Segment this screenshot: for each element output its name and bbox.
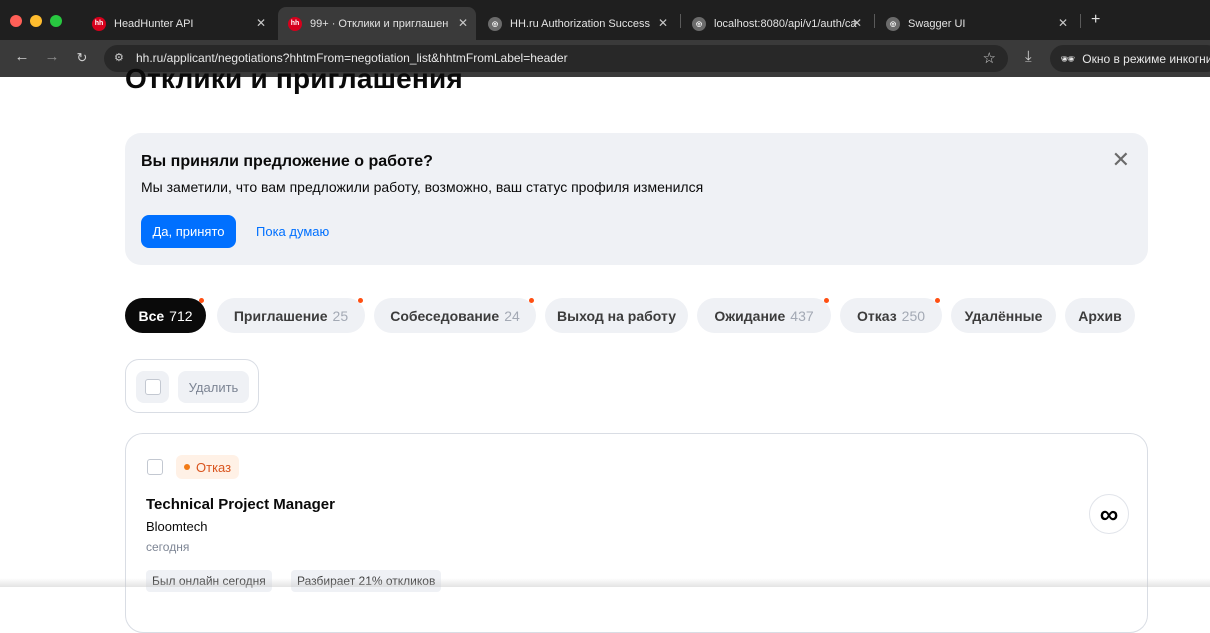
accept-offer-button[interactable]: Да, принято	[141, 215, 236, 248]
filter-chip-invitation[interactable]: Приглашение 25	[217, 298, 365, 333]
filter-chip-waiting[interactable]: Ожидание 437	[697, 298, 831, 333]
maximize-window-icon[interactable]	[50, 15, 62, 27]
tab-close-icon[interactable]: ✕	[852, 16, 862, 30]
browser-tab-bar: hh HeadHunter API ✕ hh 99+ · Отклики и п…	[0, 0, 1210, 40]
banner-text: Мы заметили, что вам предложили работу, …	[141, 179, 704, 195]
globe-icon: ◎	[488, 16, 502, 31]
filter-chip-archive[interactable]: Архив	[1065, 298, 1135, 333]
negotiation-card[interactable]: Отказ Technical Project Manager Bloomtec…	[125, 433, 1148, 633]
response-date: сегодня	[146, 540, 190, 554]
filter-chip-all[interactable]: Все 712	[125, 298, 206, 333]
tab-close-icon[interactable]: ✕	[658, 16, 668, 30]
checkbox-square[interactable]	[145, 379, 161, 395]
page-title: Отклики и приглашения	[125, 63, 463, 94]
reload-icon[interactable]: ↻	[72, 50, 92, 66]
scroll-shadow	[0, 578, 1210, 587]
tab-close-icon[interactable]: ✕	[256, 16, 266, 30]
vacancy-title[interactable]: Technical Project Manager	[146, 496, 335, 513]
close-icon[interactable]: ✕	[1112, 149, 1130, 171]
delete-button[interactable]: Удалить	[178, 371, 249, 403]
close-window-icon[interactable]	[10, 15, 22, 27]
browser-tab[interactable]: ◎ Swagger UI ✕	[876, 7, 1076, 40]
globe-icon: ◎	[692, 16, 706, 31]
tab-close-icon[interactable]: ✕	[458, 16, 468, 30]
tab-separator	[874, 14, 875, 28]
notification-dot	[529, 298, 534, 303]
banner-title: Вы приняли предложение о работе?	[141, 153, 433, 170]
think-later-link[interactable]: Пока думаю	[256, 224, 329, 239]
status-dot-icon	[184, 464, 190, 470]
filter-chip-deleted[interactable]: Удалённые	[951, 298, 1056, 333]
site-settings-icon[interactable]: ⚙	[114, 51, 124, 64]
select-all-checkbox[interactable]	[136, 371, 169, 403]
browser-tab-active[interactable]: hh 99+ · Отклики и приглашен ✕	[278, 7, 476, 40]
forward-arrow-icon[interactable]: →	[42, 48, 62, 65]
browser-tab[interactable]: hh HeadHunter API ✕	[82, 7, 274, 40]
back-arrow-icon[interactable]: ←	[12, 48, 32, 65]
incognito-label: Окно в режиме инкогни	[1082, 51, 1210, 66]
notification-dot	[935, 298, 940, 303]
tab-separator	[680, 14, 681, 28]
new-tab-icon[interactable]: +	[1091, 11, 1100, 29]
download-icon[interactable]: ⤓	[1025, 48, 1032, 65]
status-badge: Отказ	[176, 455, 240, 479]
globe-icon: ◎	[886, 16, 900, 31]
hh-logo-icon: hh	[92, 16, 106, 31]
hh-logo-icon: hh	[288, 16, 302, 31]
company-logo-icon[interactable]: ∞	[1089, 494, 1129, 534]
notification-dot	[358, 298, 363, 303]
browser-tab[interactable]: ◎ HH.ru Authorization Success ✕	[478, 7, 676, 40]
tab-separator	[1080, 14, 1081, 28]
job-offer-banner: Вы приняли предложение о работе? Мы заме…	[125, 133, 1148, 265]
minimize-window-icon[interactable]	[30, 15, 42, 27]
card-checkbox[interactable]	[147, 459, 163, 475]
incognito-icon: 🕶	[1060, 51, 1076, 66]
notification-dot	[199, 298, 204, 303]
browser-tab[interactable]: ◎ localhost:8080/api/v1/auth/ca ✕	[682, 7, 870, 40]
tab-close-icon[interactable]: ✕	[1058, 16, 1068, 30]
company-name[interactable]: Bloomtech	[146, 519, 207, 534]
bookmark-star-icon[interactable]: ☆	[983, 49, 996, 67]
filter-chip-refusal[interactable]: Отказ 250	[840, 298, 942, 333]
filter-chip-interview[interactable]: Собеседование 24	[374, 298, 536, 333]
filter-chip-job-start[interactable]: Выход на работу	[545, 298, 688, 333]
incognito-indicator[interactable]: 🕶 Окно в режиме инкогни	[1050, 45, 1210, 72]
notification-dot	[824, 298, 829, 303]
bulk-actions-bar: Удалить	[125, 359, 259, 413]
